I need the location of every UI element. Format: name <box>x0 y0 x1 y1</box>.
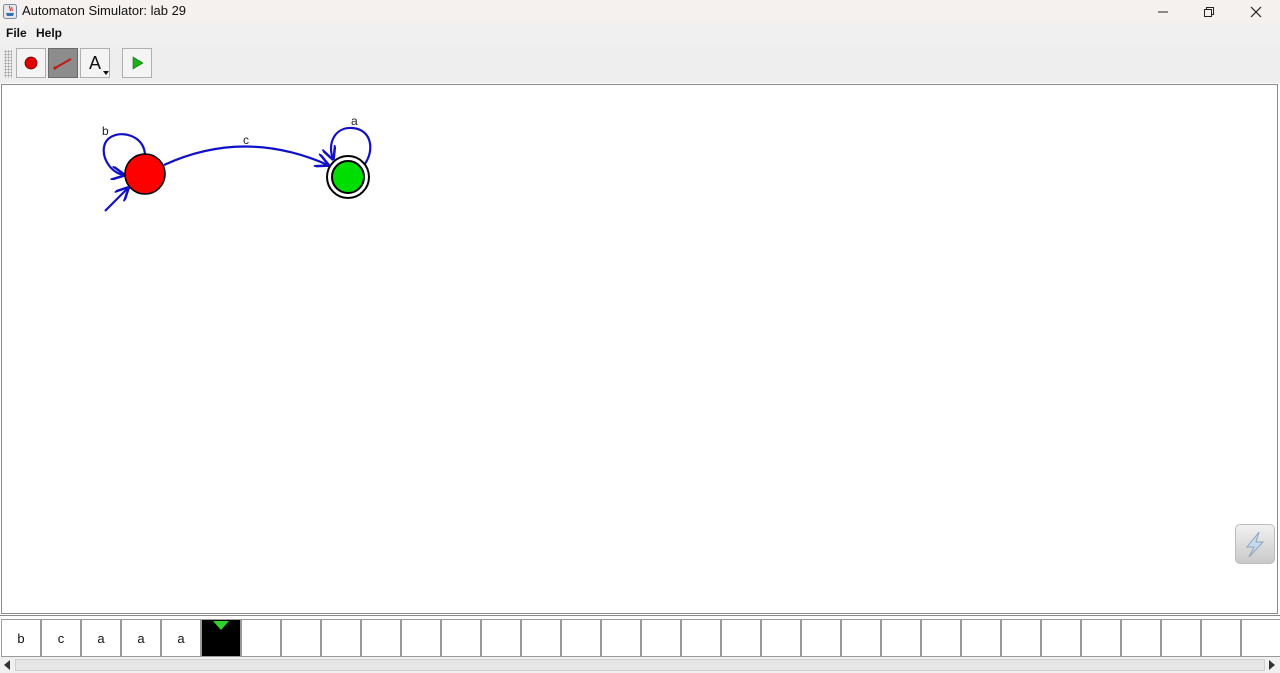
tape-cell[interactable] <box>921 619 961 657</box>
tape-cell[interactable] <box>281 619 321 657</box>
transition-label-b: b <box>102 124 109 138</box>
tape-cell[interactable] <box>441 619 481 657</box>
tape-symbol: a <box>137 631 145 646</box>
run-button[interactable] <box>122 48 152 78</box>
text-tool-button[interactable]: A <box>80 48 110 78</box>
tape-cell[interactable] <box>561 619 601 657</box>
dropdown-caret-icon <box>103 71 109 75</box>
tape-cell[interactable] <box>801 619 841 657</box>
tape-cell[interactable] <box>641 619 681 657</box>
tape-cell[interactable] <box>481 619 521 657</box>
close-icon <box>1250 6 1262 17</box>
tape-cell[interactable] <box>601 619 641 657</box>
transition-s0-s1[interactable]: c <box>163 133 328 165</box>
window-title: Automaton Simulator: lab 29 <box>22 3 187 18</box>
maximize-button[interactable] <box>1186 0 1232 23</box>
toolbar: A <box>0 44 1280 83</box>
play-icon <box>132 56 144 70</box>
tape-cell[interactable] <box>761 619 801 657</box>
minimize-icon <box>1158 11 1168 12</box>
tape-head-marker-icon <box>213 621 229 630</box>
red-dot-icon <box>24 56 38 70</box>
tape-cell[interactable]: c <box>41 619 81 657</box>
tape-cell[interactable] <box>361 619 401 657</box>
simulate-button[interactable] <box>1235 524 1275 564</box>
tape-cell[interactable] <box>321 619 361 657</box>
tape-cell[interactable] <box>841 619 881 657</box>
tape-cell[interactable] <box>681 619 721 657</box>
transition-tool-button[interactable] <box>48 48 78 78</box>
scroll-left-icon[interactable] <box>4 660 10 670</box>
menu-file[interactable]: File <box>6 26 27 40</box>
restore-icon <box>1204 6 1214 17</box>
title-bar: Automaton Simulator: lab 29 <box>0 0 1280 23</box>
tape-cell[interactable] <box>1081 619 1121 657</box>
transition-label-c: c <box>243 133 249 147</box>
transition-line-icon <box>53 58 72 70</box>
toolbar-grip[interactable] <box>4 50 12 78</box>
tape-cell[interactable]: b <box>1 619 41 657</box>
tape-cell[interactable] <box>1041 619 1081 657</box>
tape-symbol: b <box>17 631 25 646</box>
minimize-button[interactable] <box>1140 0 1186 23</box>
tape-cell[interactable] <box>881 619 921 657</box>
tape-cell[interactable] <box>1001 619 1041 657</box>
transition-label-a: a <box>351 114 358 128</box>
tape-cell[interactable] <box>961 619 1001 657</box>
scroll-right-icon[interactable] <box>1269 660 1275 670</box>
scrollbar-track[interactable] <box>15 659 1265 671</box>
tape-cell[interactable]: a <box>161 619 201 657</box>
text-A-icon: A <box>88 52 101 73</box>
tape-symbol: c <box>57 631 65 646</box>
tape-cell[interactable]: a <box>81 619 121 657</box>
menu-bar: File Help <box>0 23 1280 44</box>
tape-cell[interactable] <box>1241 619 1280 657</box>
tape-head-cell[interactable] <box>201 619 241 657</box>
state-s1[interactable] <box>326 155 370 199</box>
tape-cell[interactable] <box>721 619 761 657</box>
close-button[interactable] <box>1233 0 1279 23</box>
automaton-diagram: b c a <box>102 114 372 212</box>
state-s0[interactable] <box>124 153 166 195</box>
state-tool-button[interactable] <box>16 48 46 78</box>
tape-symbol: a <box>177 631 185 646</box>
input-tape: bcaaa <box>0 615 1280 658</box>
tape-cell[interactable] <box>1161 619 1201 657</box>
lightning-icon <box>1245 531 1265 558</box>
tape-cell[interactable] <box>401 619 441 657</box>
tape-symbol: a <box>97 631 105 646</box>
horizontal-scrollbar[interactable] <box>0 657 1280 673</box>
tape-cell[interactable] <box>241 619 281 657</box>
tape-cell[interactable] <box>1121 619 1161 657</box>
initial-arrow <box>104 188 128 212</box>
java-app-icon <box>3 4 17 19</box>
automaton-canvas[interactable]: b c a <box>1 84 1278 614</box>
menu-help[interactable]: Help <box>36 26 62 40</box>
tape-cell[interactable] <box>1201 619 1241 657</box>
tape-cell[interactable]: a <box>121 619 161 657</box>
tape-cell[interactable] <box>521 619 561 657</box>
